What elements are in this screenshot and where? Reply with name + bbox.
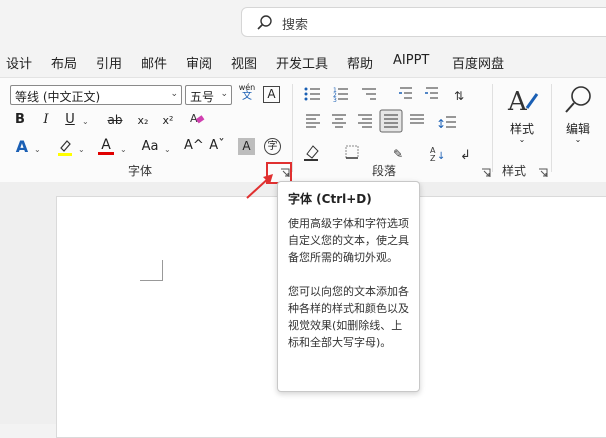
tooltip-paragraph-1: 使用高级字体和字符选项自定义您的文本，使之具备您所需的确切外观。 (288, 217, 409, 264)
dialog-launcher-icon (482, 168, 491, 177)
chinese-layout-icon[interactable]: ✎ (393, 147, 403, 161)
margin-corner-mark (140, 260, 163, 281)
search-placeholder: 搜索 (282, 18, 309, 33)
superscript-button[interactable]: x² (160, 112, 176, 130)
font-color-letter: A (101, 137, 111, 153)
styles-button[interactable]: A 样式 ⌄ (502, 84, 542, 144)
asian-layout-icon[interactable]: ⇅ (454, 89, 464, 103)
paragraph-controls: 1 2 3 ⇅ ↕ ✎ AZ ↓ ↲ (304, 87, 471, 162)
paragraph-marks-icon[interactable]: ↲ (460, 148, 471, 162)
search-magnifier-icon (565, 86, 591, 113)
font-color-button[interactable]: A (98, 136, 114, 155)
chevron-down-icon: ⌄ (82, 117, 89, 126)
ribbon: 等线 (中文正文) ⌄ 五号 ⌄ wén 文 A B I U ⌄ ab x₂ x… (0, 77, 606, 183)
shrink-font-button[interactable]: Aˇ (208, 137, 226, 155)
tab-baidu-netdisk[interactable]: 百度网盘 (452, 53, 504, 72)
phonetic-bottom: 文 (242, 91, 252, 102)
svg-text:A: A (190, 112, 198, 125)
svg-text:⇅: ⇅ (454, 89, 464, 103)
font-name-value: 等线 (中文正文) (15, 90, 101, 104)
eraser-icon: A (190, 112, 205, 125)
tab-help[interactable]: 帮助 (347, 53, 373, 72)
tab-mailings[interactable]: 邮件 (141, 53, 167, 72)
increase-indent-icon[interactable] (425, 87, 438, 99)
svg-text:3: 3 (333, 97, 337, 104)
font-name-combo[interactable]: 等线 (中文正文) ⌄ (10, 85, 182, 105)
paragraph-dialog-launcher[interactable] (481, 168, 491, 178)
distributed-icon[interactable] (410, 114, 424, 124)
shading-icon[interactable] (304, 145, 319, 161)
bold-button[interactable]: B (12, 111, 28, 129)
title-bar: 搜索 (0, 0, 606, 46)
svg-text:✎: ✎ (393, 147, 403, 161)
chevron-down-icon: ⌄ (120, 145, 127, 154)
svg-text:A: A (507, 87, 528, 116)
numbering-icon[interactable]: 1 2 3 (333, 87, 348, 104)
character-border-button[interactable]: A (263, 86, 280, 103)
svg-text:↲: ↲ (460, 148, 471, 162)
highlight-button[interactable] (56, 138, 74, 162)
font-tooltip: 字体 (Ctrl+D) 使用高级字体和字符选项自定义您的文本，使之具备您所需的确… (277, 181, 420, 392)
align-left-icon[interactable] (306, 114, 320, 128)
styles-dialog-launcher[interactable] (538, 168, 548, 178)
chevron-down-icon: ⌄ (78, 145, 85, 154)
subscript-button[interactable]: x₂ (135, 112, 151, 130)
svg-text:↕: ↕ (436, 117, 446, 131)
tab-review[interactable]: 审阅 (186, 53, 212, 72)
font-group-label: 字体 (128, 164, 153, 178)
search-box[interactable]: 搜索 (241, 7, 606, 37)
tooltip-title: 字体 (Ctrl+D) (288, 192, 372, 206)
chevron-down-icon: ⌄ (220, 89, 228, 99)
clear-formatting-button[interactable]: A (188, 110, 206, 132)
decrease-indent-icon[interactable] (399, 87, 412, 99)
chevron-down-icon: ⌄ (170, 89, 178, 99)
phonetic-guide-button[interactable]: wén 文 (236, 83, 258, 102)
line-spacing-icon[interactable]: ↕ (436, 116, 456, 131)
borders-icon[interactable] (345, 145, 359, 159)
editing-button-label: 编辑 (565, 122, 590, 136)
align-center-icon[interactable] (332, 114, 346, 128)
dialog-launcher-icon (539, 168, 548, 177)
sort-icon[interactable]: AZ ↓ (430, 146, 445, 162)
svg-text:↓: ↓ (437, 151, 445, 162)
styles-button-label: 样式 (509, 122, 534, 136)
font-size-combo[interactable]: 五号 ⌄ (185, 85, 232, 105)
bullets-icon[interactable] (304, 87, 321, 101)
underline-button[interactable]: U (62, 111, 78, 129)
multilevel-list-icon[interactable] (362, 88, 376, 100)
italic-button[interactable]: I (38, 111, 54, 129)
tab-aippt[interactable]: AIPPT (393, 53, 429, 68)
tab-view[interactable]: 视图 (231, 53, 257, 72)
svg-text:Z: Z (430, 154, 436, 162)
enclose-characters-button[interactable]: 字 (264, 138, 281, 155)
chevron-down-icon: ⌄ (34, 145, 41, 154)
font-size-value: 五号 (190, 90, 215, 104)
align-right-icon[interactable] (358, 114, 372, 128)
paragraph-group-label: 段落 (372, 164, 397, 178)
group-separator (551, 84, 552, 172)
tab-design[interactable]: 设计 (6, 53, 32, 72)
editing-button[interactable]: 编辑 ⌄ (558, 84, 598, 144)
chevron-down-icon: ⌄ (164, 145, 171, 154)
text-effects-button[interactable]: A (14, 138, 30, 156)
highlighter-icon (58, 140, 72, 156)
strikethrough-button[interactable]: ab (104, 111, 126, 129)
tab-layout[interactable]: 布局 (51, 53, 77, 72)
group-separator (492, 84, 493, 172)
group-separator (292, 84, 293, 172)
justify-icon[interactable] (379, 109, 403, 133)
search-icon (257, 15, 272, 30)
chevron-down-icon: ⌄ (574, 135, 582, 144)
character-shading-button[interactable]: A (238, 138, 255, 155)
styles-icon: A (507, 87, 539, 117)
styles-group-label: 样式 (502, 164, 527, 178)
grow-font-button[interactable]: A^ (184, 137, 204, 155)
menu-bar: 设计 布局 引用 邮件 审阅 视图 开发工具 帮助 AIPPT 百度网盘 (0, 50, 606, 74)
change-case-button[interactable]: Aa (138, 138, 162, 156)
chevron-down-icon: ⌄ (518, 135, 526, 144)
tooltip-paragraph-2: 您可以向您的文本添加各种各样的样式和颜色以及视觉效果(如删除线、上标和全部大写字… (288, 285, 409, 349)
tab-developer[interactable]: 开发工具 (276, 53, 328, 72)
tab-references[interactable]: 引用 (96, 53, 122, 72)
